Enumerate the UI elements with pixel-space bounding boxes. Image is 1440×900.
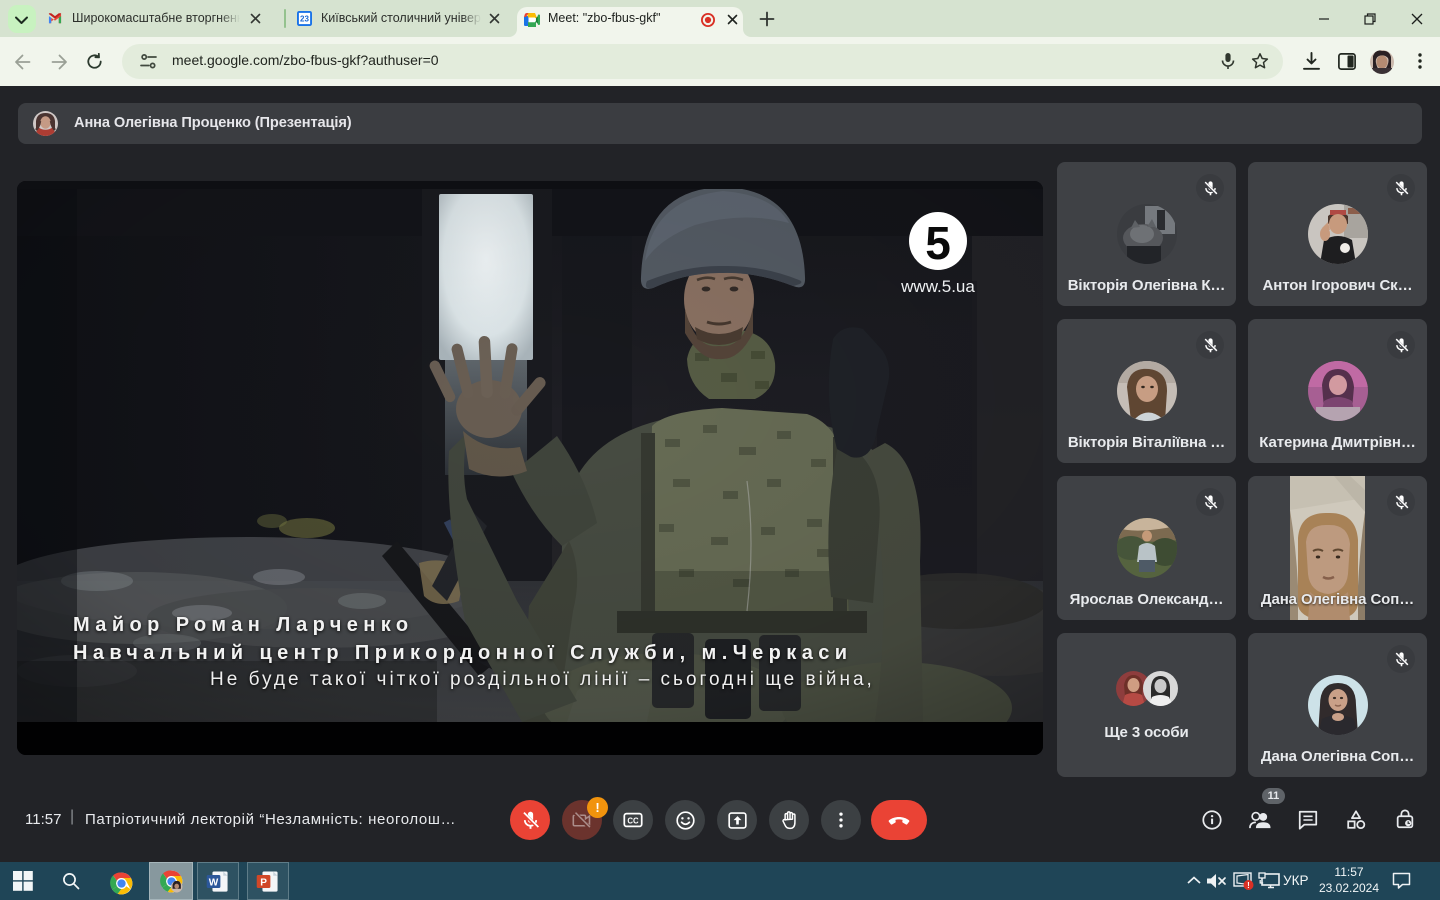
- svg-text:!: !: [1247, 881, 1250, 890]
- svg-text:CC: CC: [627, 816, 639, 825]
- svg-text:P: P: [260, 877, 267, 888]
- svg-text:23: 23: [300, 15, 309, 24]
- svg-text:W: W: [209, 877, 219, 888]
